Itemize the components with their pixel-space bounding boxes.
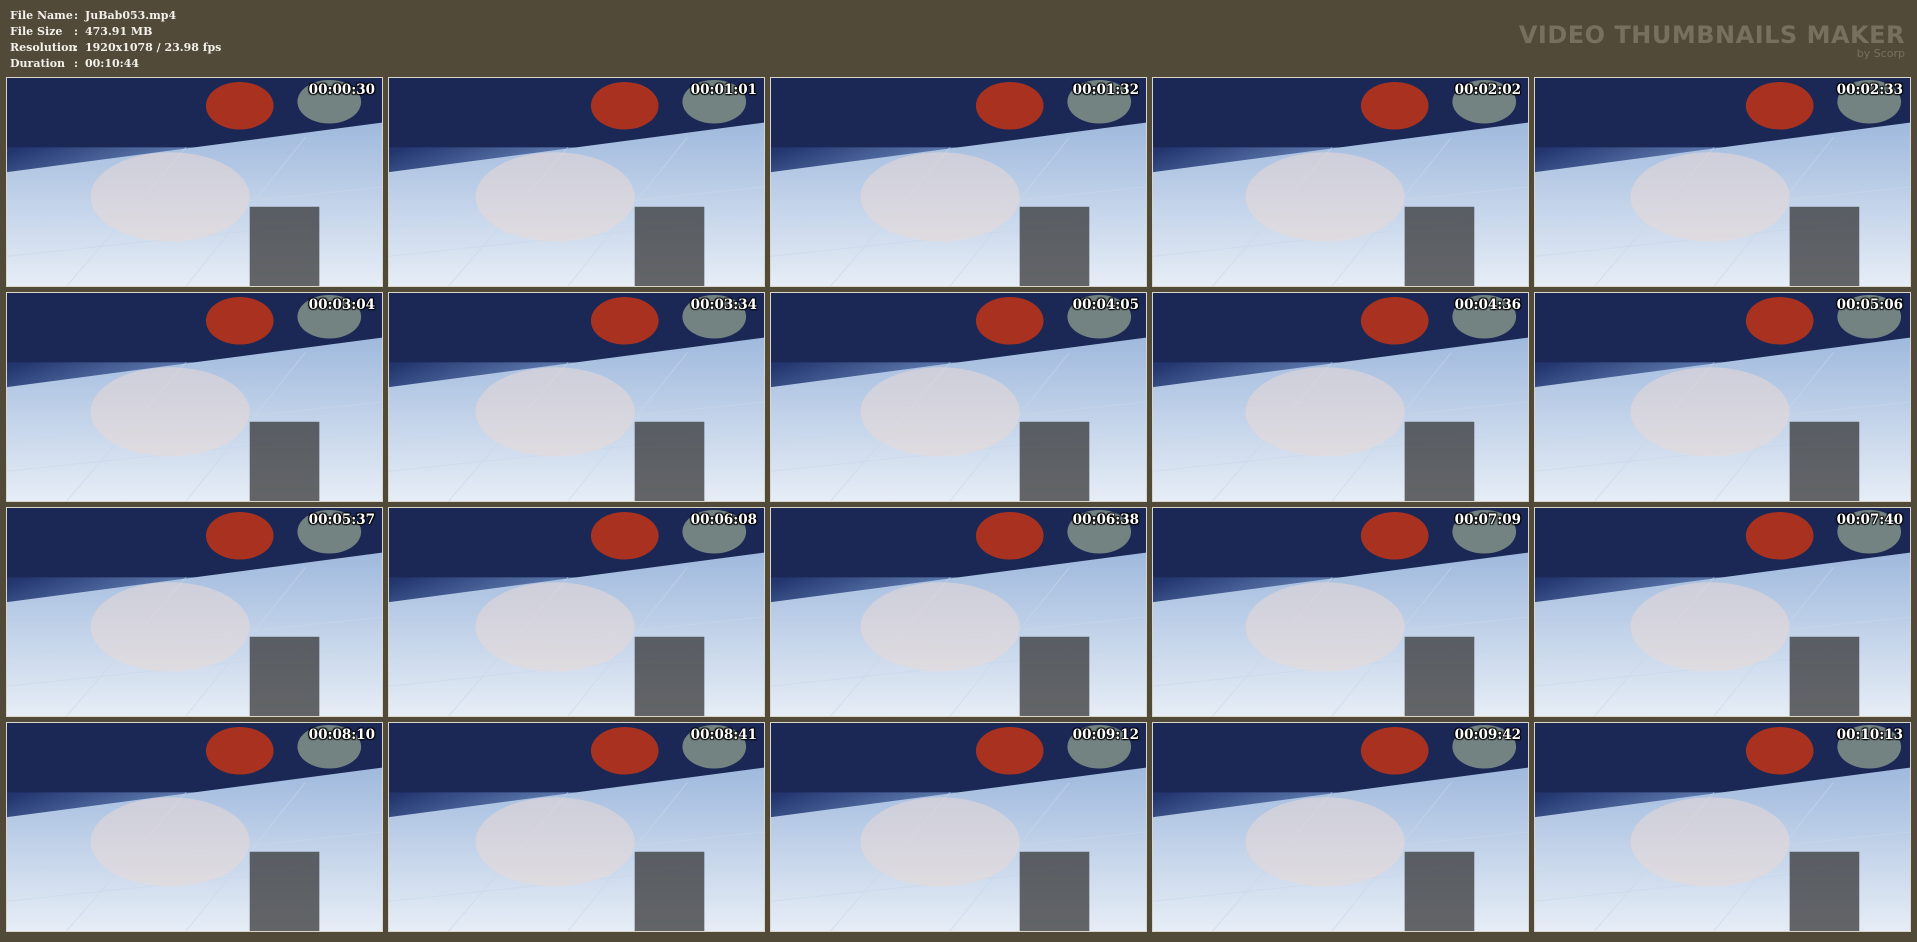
info-key: Duration bbox=[10, 57, 66, 70]
thumbnail-timestamp: 00:01:32 bbox=[1072, 82, 1139, 98]
thumbnail-timestamp: 00:05:06 bbox=[1836, 297, 1903, 313]
info-key: Resolution bbox=[10, 41, 77, 54]
thumbnail-scene bbox=[771, 723, 1146, 931]
video-thumbnail[interactable]: 00:08:41 bbox=[388, 722, 765, 932]
thumbnail-timestamp: 00:04:05 bbox=[1072, 297, 1139, 313]
thumbnail-timestamp: 00:01:01 bbox=[690, 82, 757, 98]
thumbnail-scene bbox=[1153, 78, 1528, 286]
thumbnail-timestamp: 00:04:36 bbox=[1454, 297, 1521, 313]
thumbnail-scene bbox=[1535, 508, 1910, 716]
info-value-resolution: 1920x1078 / 23.98 fps bbox=[85, 41, 222, 54]
thumbnail-timestamp: 00:05:37 bbox=[308, 512, 375, 528]
file-info-panel: File Name : JuBab053.mp4 File Size : 473… bbox=[10, 8, 221, 72]
thumbnail-scene bbox=[771, 508, 1146, 716]
info-key: File Size bbox=[10, 25, 63, 38]
thumbnail-scene bbox=[7, 293, 382, 501]
thumbnail-scene bbox=[1153, 723, 1528, 931]
thumbnail-timestamp: 00:07:09 bbox=[1454, 512, 1521, 528]
thumbnail-scene bbox=[1535, 723, 1910, 931]
video-thumbnail[interactable]: 00:03:04 bbox=[6, 292, 383, 502]
thumbnail-timestamp: 00:03:04 bbox=[308, 297, 375, 313]
video-thumbnail[interactable]: 00:06:08 bbox=[388, 507, 765, 717]
thumbnail-scene bbox=[1535, 293, 1910, 501]
video-thumbnail[interactable]: 00:04:36 bbox=[1152, 292, 1529, 502]
thumbnail-timestamp: 00:07:40 bbox=[1836, 512, 1903, 528]
video-thumbnail[interactable]: 00:07:40 bbox=[1534, 507, 1911, 717]
thumbnail-scene bbox=[7, 508, 382, 716]
video-thumbnail[interactable]: 00:00:30 bbox=[6, 77, 383, 287]
info-separator: : bbox=[74, 25, 79, 38]
info-row-file-name: File Name : JuBab053.mp4 bbox=[10, 8, 221, 24]
info-separator: : bbox=[74, 41, 79, 54]
brand-subtitle: by Scorp bbox=[1856, 47, 1905, 60]
video-thumbnail[interactable]: 00:05:37 bbox=[6, 507, 383, 717]
video-thumbnail[interactable]: 00:03:34 bbox=[388, 292, 765, 502]
thumbnail-timestamp: 00:02:33 bbox=[1836, 82, 1903, 98]
thumbnail-timestamp: 00:09:12 bbox=[1072, 727, 1139, 743]
video-thumbnail[interactable]: 00:01:32 bbox=[770, 77, 1147, 287]
video-thumbnail[interactable]: 00:08:10 bbox=[6, 722, 383, 932]
info-row-duration: Duration : 00:10:44 bbox=[10, 56, 221, 72]
info-value-file-size: 473.91 MB bbox=[85, 25, 153, 38]
info-separator: : bbox=[74, 9, 79, 22]
thumbnail-scene bbox=[389, 293, 764, 501]
video-thumbnail[interactable]: 00:09:42 bbox=[1152, 722, 1529, 932]
video-thumbnail[interactable]: 00:09:12 bbox=[770, 722, 1147, 932]
brand-watermark: VIDEO THUMBNAILS MAKER by Scorp bbox=[1519, 22, 1905, 60]
thumbnail-timestamp: 00:06:38 bbox=[1072, 512, 1139, 528]
thumbnail-scene bbox=[389, 723, 764, 931]
video-thumbnail[interactable]: 00:02:33 bbox=[1534, 77, 1911, 287]
video-thumbnail[interactable]: 00:01:01 bbox=[388, 77, 765, 287]
video-thumbnail[interactable]: 00:07:09 bbox=[1152, 507, 1529, 717]
thumbnail-scene bbox=[7, 78, 382, 286]
thumbnail-timestamp: 00:02:02 bbox=[1454, 82, 1521, 98]
info-row-file-size: File Size : 473.91 MB bbox=[10, 24, 221, 40]
thumbnail-scene bbox=[7, 723, 382, 931]
info-value-file-name: JuBab053.mp4 bbox=[85, 9, 177, 22]
thumbnail-scene bbox=[389, 508, 764, 716]
thumbnail-scene bbox=[1535, 78, 1910, 286]
thumbnail-scene bbox=[1153, 293, 1528, 501]
video-thumbnail[interactable]: 00:06:38 bbox=[770, 507, 1147, 717]
thumbnail-timestamp: 00:08:41 bbox=[690, 727, 757, 743]
info-key: File Name bbox=[10, 9, 73, 22]
video-thumbnail[interactable]: 00:05:06 bbox=[1534, 292, 1911, 502]
thumbnail-scene bbox=[771, 78, 1146, 286]
info-row-resolution: Resolution : 1920x1078 / 23.98 fps bbox=[10, 40, 221, 56]
thumbnail-scene bbox=[1153, 508, 1528, 716]
thumbnail-timestamp: 00:06:08 bbox=[690, 512, 757, 528]
thumbnail-timestamp: 00:03:34 bbox=[690, 297, 757, 313]
info-separator: : bbox=[74, 57, 79, 70]
video-thumbnail[interactable]: 00:02:02 bbox=[1152, 77, 1529, 287]
thumbnail-grid: 00:00:30 00:01:01 00:01:32 00:02:02 00:0… bbox=[6, 77, 1911, 932]
video-thumbnail[interactable]: 00:04:05 bbox=[770, 292, 1147, 502]
thumbnail-timestamp: 00:10:13 bbox=[1836, 727, 1903, 743]
thumbnail-timestamp: 00:00:30 bbox=[308, 82, 375, 98]
thumbnail-timestamp: 00:08:10 bbox=[308, 727, 375, 743]
info-value-duration: 00:10:44 bbox=[85, 57, 140, 70]
thumbnail-timestamp: 00:09:42 bbox=[1454, 727, 1521, 743]
thumbnail-scene bbox=[771, 293, 1146, 501]
brand-title: VIDEO THUMBNAILS MAKER bbox=[1518, 21, 1905, 49]
thumbnail-scene bbox=[389, 78, 764, 286]
video-thumbnail[interactable]: 00:10:13 bbox=[1534, 722, 1911, 932]
